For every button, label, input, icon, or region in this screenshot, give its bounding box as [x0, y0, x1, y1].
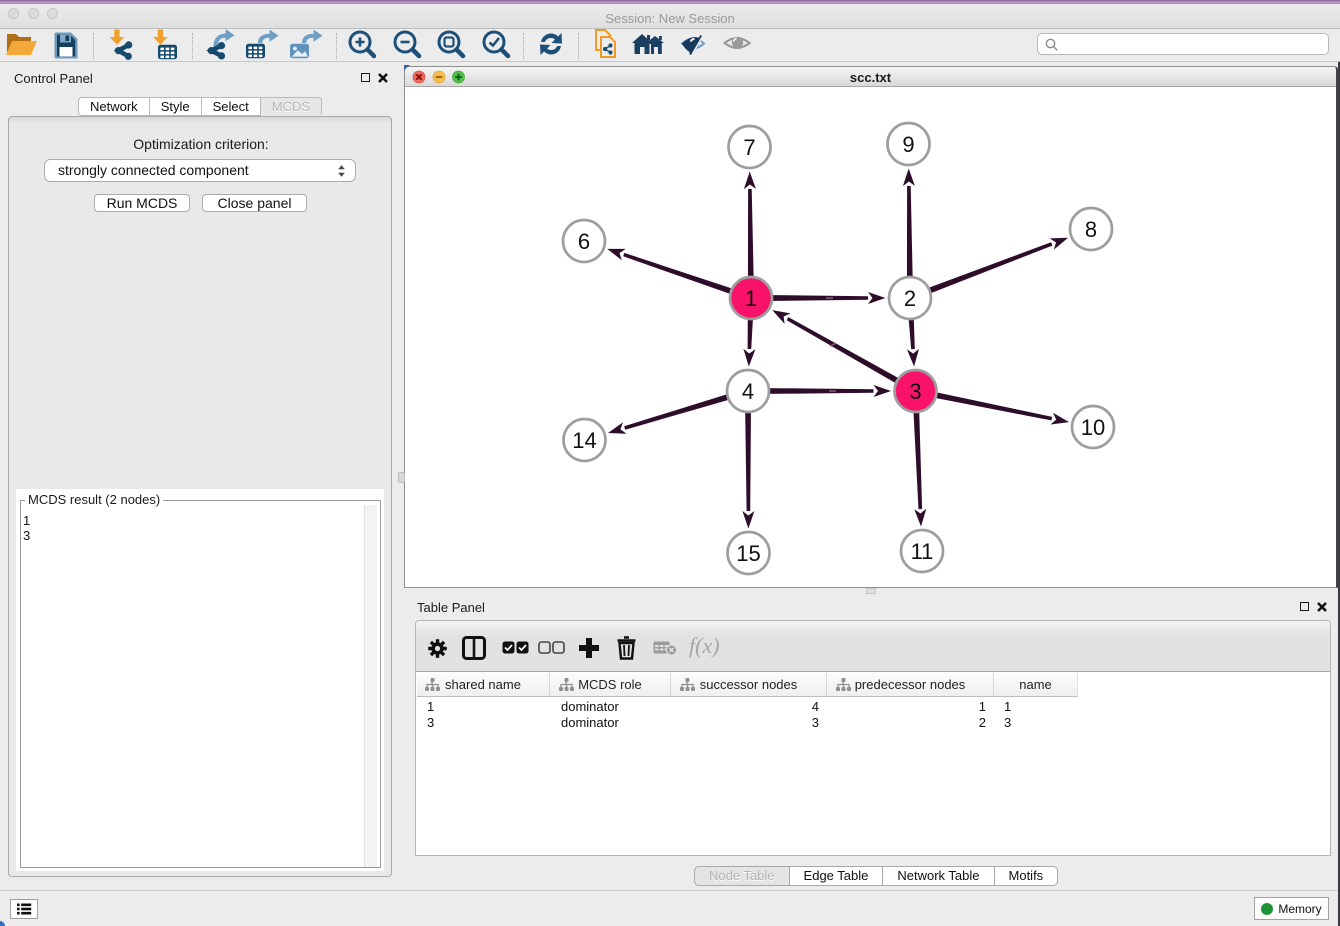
svg-text:7: 7	[743, 135, 755, 160]
svg-text:9: 9	[902, 132, 914, 157]
svg-text:4: 4	[742, 379, 754, 404]
svg-text:3: 3	[909, 379, 921, 404]
svg-text:11: 11	[911, 539, 934, 564]
svg-text:14: 14	[572, 428, 596, 453]
svg-text:6: 6	[578, 229, 590, 254]
svg-text:15: 15	[736, 541, 760, 566]
svg-text:1: 1	[745, 286, 757, 311]
svg-text:8: 8	[1085, 217, 1097, 242]
svg-text:10: 10	[1081, 415, 1105, 440]
svg-text:2: 2	[904, 286, 916, 311]
